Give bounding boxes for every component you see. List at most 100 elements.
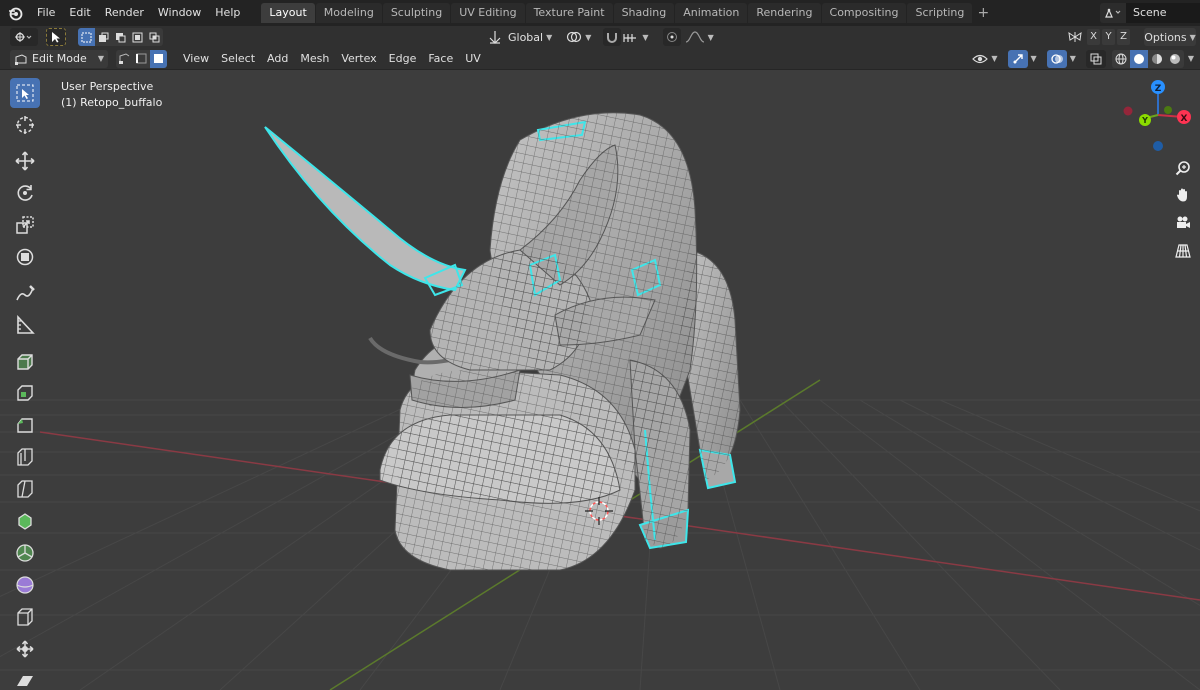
tool-measure[interactable] [10, 310, 40, 340]
menu-edit[interactable]: Edit [62, 0, 97, 26]
mirror-z-toggle[interactable]: Z [1117, 29, 1130, 45]
tool-knife[interactable] [10, 474, 40, 504]
pan-view-button[interactable] [1171, 183, 1195, 207]
wireframe-shading-icon[interactable] [1111, 49, 1130, 68]
menu-uv[interactable]: UV [459, 48, 487, 70]
falloff-curve-icon[interactable] [685, 31, 705, 43]
tab-compositing[interactable]: Compositing [821, 3, 907, 23]
blender-logo-icon[interactable] [0, 0, 30, 26]
transform-icon [16, 248, 34, 266]
tool-rotate[interactable] [10, 178, 40, 208]
tool-scale[interactable] [10, 210, 40, 240]
gizmo-icon[interactable] [1007, 49, 1028, 68]
select-invert-icon[interactable] [129, 28, 146, 46]
rendered-shading-icon[interactable] [1165, 49, 1184, 68]
edge-select-icon[interactable] [133, 49, 150, 68]
menu-window[interactable]: Window [151, 0, 208, 26]
tool-edge-slide[interactable] [10, 602, 40, 632]
edge-slide-icon [17, 608, 33, 626]
navigation-gizmo[interactable]: Z X Y [1123, 80, 1192, 151]
tool-select-box[interactable] [10, 78, 40, 108]
tab-texture-paint[interactable]: Texture Paint [525, 3, 613, 23]
tool-extrude-region[interactable] [10, 346, 40, 376]
cursor-icon [16, 116, 34, 134]
perspective-toggle-button[interactable] [1171, 239, 1195, 263]
tab-modeling[interactable]: Modeling [315, 3, 382, 23]
menu-face[interactable]: Face [422, 48, 459, 70]
scene-icon[interactable] [1100, 3, 1126, 23]
tab-uv-editing[interactable]: UV Editing [451, 3, 525, 23]
mirror-y-toggle[interactable]: Y [1102, 29, 1115, 45]
gizmo-neg-x-axis[interactable] [1123, 106, 1133, 116]
tool-shrink-fatten[interactable] [10, 634, 40, 664]
tool-spin[interactable] [10, 538, 40, 568]
menu-view[interactable]: View [177, 48, 215, 70]
menu-add[interactable]: Add [261, 48, 294, 70]
active-tool-icon[interactable] [46, 28, 66, 46]
move-icon [15, 151, 35, 171]
menu-mesh[interactable]: Mesh [294, 48, 335, 70]
tab-rendering[interactable]: Rendering [748, 3, 821, 23]
gizmo-neg-z-axis[interactable] [1153, 141, 1163, 151]
orientation-select[interactable]: Global ▼ [488, 30, 552, 44]
scene-name-field[interactable]: Scene [1126, 3, 1200, 23]
select-subtract-icon[interactable] [112, 28, 129, 46]
proportional-editing-icon[interactable] [662, 28, 681, 46]
tool-smooth[interactable] [10, 570, 40, 600]
menu-vertex[interactable]: Vertex [335, 48, 382, 70]
editor-type-button[interactable] [10, 28, 38, 46]
menu-file[interactable]: File [30, 0, 62, 26]
tab-sculpting[interactable]: Sculpting [382, 3, 451, 23]
tool-shear[interactable] [10, 666, 40, 690]
chevron-down-icon[interactable]: ▼ [1031, 54, 1037, 63]
poly-build-icon [18, 513, 32, 530]
tool-bevel[interactable] [10, 410, 40, 440]
zoom-view-button[interactable] [1171, 156, 1195, 180]
tool-loop-cut[interactable] [10, 442, 40, 472]
menu-edge[interactable]: Edge [383, 48, 423, 70]
chevron-down-icon[interactable]: ▼ [1070, 54, 1076, 63]
menu-help[interactable]: Help [208, 0, 247, 26]
viewport-scene[interactable]: Z X Y [0, 70, 1200, 690]
select-intersect-icon[interactable] [146, 28, 163, 46]
shading-options-chevron-icon[interactable]: ▼ [1188, 54, 1194, 63]
select-new-icon[interactable] [78, 28, 95, 46]
tool-poly-build[interactable] [10, 506, 40, 536]
spin-icon [16, 544, 34, 562]
tool-transform[interactable] [10, 242, 40, 272]
add-workspace-button[interactable]: + [973, 3, 993, 23]
tab-shading[interactable]: Shading [613, 3, 675, 23]
select-extend-icon[interactable] [95, 28, 112, 46]
mirror-x-toggle[interactable]: X [1087, 29, 1100, 45]
solid-shading-icon[interactable] [1129, 49, 1148, 68]
visibility-select[interactable]: ▼ [972, 53, 998, 65]
zoom-magnifier-icon [1175, 161, 1190, 176]
snap-toggle-magnet-icon[interactable] [603, 28, 622, 46]
vertex-select-icon[interactable] [116, 49, 133, 68]
tool-shelf [8, 78, 44, 690]
material-shading-icon[interactable] [1147, 49, 1166, 68]
scene-selector[interactable]: Scene [1100, 3, 1200, 23]
gizmo-neg-y-axis[interactable] [1164, 106, 1172, 114]
tool-annotate[interactable] [10, 278, 40, 308]
xray-toggle-icon[interactable] [1085, 49, 1106, 68]
overlays-icon[interactable] [1046, 49, 1067, 68]
retopo-buffalo-mesh[interactable] [264, 112, 741, 571]
tool-cursor[interactable] [10, 110, 40, 140]
camera-view-button[interactable] [1171, 211, 1195, 235]
face-select-icon[interactable] [150, 49, 167, 68]
tool-inset-faces[interactable] [10, 378, 40, 408]
mode-selector[interactable]: Edit Mode ▼ [10, 49, 108, 68]
tool-move[interactable] [10, 146, 40, 176]
menu-render[interactable]: Render [98, 0, 151, 26]
proportional-group: ▼ [662, 28, 714, 46]
options-dropdown[interactable]: Options ▼ [1144, 28, 1196, 46]
tab-animation[interactable]: Animation [675, 3, 748, 23]
tab-layout[interactable]: Layout [261, 3, 315, 23]
snap-target-select[interactable]: ▼ [623, 31, 649, 43]
pivot-point-select[interactable]: ▼ [566, 30, 591, 44]
tab-scripting[interactable]: Scripting [907, 3, 973, 23]
3d-viewport[interactable]: Z X Y User Perspective (1) Retopo_buffal… [0, 70, 1200, 690]
overlay-toggle-group: ▼ [1046, 49, 1076, 68]
menu-select[interactable]: Select [215, 48, 261, 70]
